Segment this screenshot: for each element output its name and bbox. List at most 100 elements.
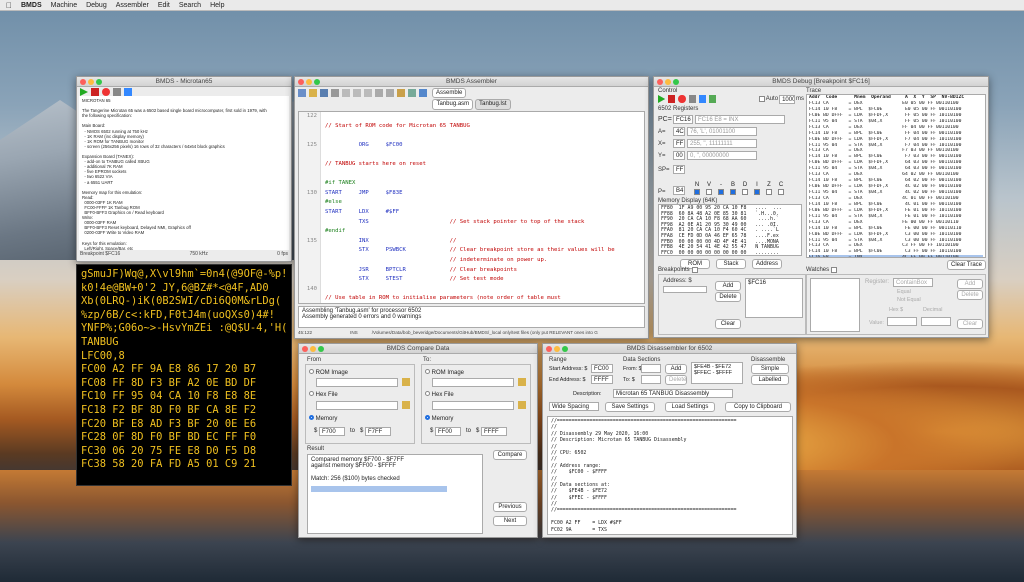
- to-memory-radio[interactable]: [425, 415, 430, 420]
- close-icon[interactable]: [546, 346, 552, 352]
- from-hex-input[interactable]: [316, 401, 398, 410]
- description-input[interactable]: Microtan 65 TANBUG Disassembly: [613, 389, 733, 398]
- from-rom-radio[interactable]: [309, 369, 314, 374]
- save-icon[interactable]: [320, 88, 328, 97]
- list-item[interactable]: $FFEC - $FFFF: [694, 370, 740, 376]
- a-input[interactable]: 4C: [673, 127, 685, 136]
- breakpoints-checkbox[interactable]: [691, 267, 698, 273]
- code-line[interactable]: // Use table in ROM to initialise parame…: [299, 294, 644, 303]
- title-bar[interactable]: BMDS - Microtan65: [77, 77, 291, 87]
- code-line[interactable]: JSR BPTCLR // Clear breakpoints: [299, 265, 644, 276]
- assemble-icon[interactable]: [419, 88, 427, 97]
- from-start-input[interactable]: F700: [319, 427, 345, 436]
- close-icon[interactable]: [80, 79, 86, 85]
- code-line[interactable]: [299, 150, 644, 160]
- watch-clear-button[interactable]: Clear: [957, 319, 983, 329]
- list-item[interactable]: $FC16: [748, 280, 800, 286]
- folder-icon[interactable]: [518, 378, 526, 386]
- data-add-button[interactable]: Add: [665, 364, 687, 374]
- flag-checkbox[interactable]: [766, 189, 772, 195]
- from-end-input[interactable]: F7FF: [365, 427, 391, 436]
- trace-row[interactable]: FC14 10 F8 = BPL $FC0E FF 04 00 FF 00110…: [809, 131, 983, 137]
- redo-icon[interactable]: [386, 88, 394, 97]
- emulator-screen[interactable]: gSmuJF)Wq@,X\vl9hm`=0n4(@9OF@-%p! k0!4e@B…: [76, 264, 292, 486]
- menu-assembler[interactable]: Assembler: [116, 2, 149, 9]
- trace-row[interactable]: FC0E BD DFFF = LDA $FFDF,X FF 05 00 FF 1…: [809, 113, 983, 119]
- code-line[interactable]: 125 ORG $FC00: [299, 140, 644, 151]
- start-address-input[interactable]: FC00: [591, 364, 613, 373]
- trace-row[interactable]: FC13 CA = DEX FE 00 00 FF 00110110: [809, 220, 983, 226]
- code-line[interactable]: // Start of ROM code for Microtan 65 TAN…: [299, 121, 644, 132]
- code-line[interactable]: 140: [299, 284, 644, 295]
- to-hex-input[interactable]: [432, 401, 514, 410]
- run-icon[interactable]: [658, 95, 666, 103]
- bp-delete-button[interactable]: Delete: [715, 292, 741, 302]
- menu-debug[interactable]: Debug: [86, 2, 107, 9]
- tab-tanbug-asm[interactable]: Tanbug.asm: [432, 99, 474, 110]
- code-line[interactable]: TXS // Set stack pointer to top of the s…: [299, 217, 644, 228]
- flag-checkbox[interactable]: [730, 189, 736, 195]
- watch-list[interactable]: [810, 278, 860, 332]
- trace-row[interactable]: FC11 95 04 = STA $04,X FE 01 00 FF 10110…: [809, 214, 983, 220]
- copy-icon[interactable]: [353, 88, 361, 97]
- y-input[interactable]: 00: [673, 151, 685, 160]
- flag-checkbox[interactable]: [754, 189, 760, 195]
- selected-row[interactable]: [311, 486, 447, 492]
- reset-icon[interactable]: [102, 88, 110, 96]
- assemble-button[interactable]: Assemble: [432, 87, 467, 98]
- flag-checkbox[interactable]: [706, 189, 712, 195]
- code-editor[interactable]: 122 // Start of ROM code for Microtan 65 …: [298, 111, 645, 304]
- code-line[interactable]: 122: [299, 112, 644, 122]
- menu-app-name[interactable]: BMDS: [21, 2, 42, 9]
- zoom-icon[interactable]: [562, 346, 568, 352]
- trace-row[interactable]: FC14 10 F8 = BPL $FC0E E0 05 00 FF 00110…: [809, 107, 983, 113]
- code-line[interactable]: [299, 131, 644, 141]
- menu-search[interactable]: Search: [179, 2, 201, 9]
- open-file-icon[interactable]: [309, 88, 317, 97]
- close-icon[interactable]: [298, 79, 304, 85]
- step-over-icon[interactable]: [698, 95, 706, 103]
- code-line[interactable]: [299, 169, 644, 180]
- data-from-input[interactable]: [641, 364, 661, 373]
- step-icon[interactable]: [113, 88, 121, 96]
- minimize-icon[interactable]: [306, 79, 312, 85]
- copy-clipboard-button[interactable]: Copy to Clipboard: [725, 402, 791, 412]
- run-icon[interactable]: [80, 88, 88, 96]
- sp-input[interactable]: FF: [673, 165, 685, 174]
- stop-icon[interactable]: [668, 95, 676, 103]
- paste-icon[interactable]: [364, 88, 372, 97]
- find-icon[interactable]: [397, 88, 405, 97]
- to-end-input[interactable]: FFFF: [481, 427, 507, 436]
- spacing-select[interactable]: Wide Spacing: [549, 402, 599, 411]
- title-bar[interactable]: BMDS Debug [Breakpoint $FC16]: [654, 77, 988, 87]
- flag-checkbox[interactable]: [718, 189, 724, 195]
- trace-row[interactable]: FC0E BD DFFF = LDA $FFDF,X FE 01 00 FF 1…: [809, 208, 983, 214]
- memory-display[interactable]: FF80 1F A9 00 95 20 CA 10 F8 .... ... FF8…: [658, 204, 802, 256]
- code-line[interactable]: #else: [299, 198, 644, 208]
- code-line[interactable]: STX STEST // Set test mode: [299, 275, 644, 285]
- flag-checkbox[interactable]: [694, 189, 700, 195]
- minimize-icon[interactable]: [554, 346, 560, 352]
- not-equal-radio[interactable]: Not Equal: [897, 297, 921, 303]
- undo-icon[interactable]: [375, 88, 383, 97]
- breakpoint-list[interactable]: $FC16: [745, 278, 803, 318]
- bp-address-input[interactable]: [663, 286, 707, 293]
- to-rom-input[interactable]: [432, 378, 514, 387]
- close-icon[interactable]: [657, 79, 663, 85]
- code-line[interactable]: // indeterminate on power up.: [299, 255, 644, 266]
- code-line[interactable]: START LDX #$FF: [299, 207, 644, 218]
- auto-checkbox[interactable]: [759, 96, 765, 102]
- data-to-input[interactable]: [641, 375, 661, 384]
- watch-delete-button[interactable]: Delete: [957, 290, 983, 300]
- trace-row[interactable]: FC11 95 04 = STA $04,X FF 05 00 FF 10110…: [809, 119, 983, 125]
- hex-value-input[interactable]: [887, 317, 917, 326]
- bp-add-button[interactable]: Add: [715, 281, 741, 291]
- from-rom-input[interactable]: [316, 378, 398, 387]
- flag-checkbox[interactable]: [778, 189, 784, 195]
- minimize-icon[interactable]: [88, 79, 94, 85]
- format-icon[interactable]: [408, 88, 416, 97]
- auto-interval-input[interactable]: 1000: [779, 94, 795, 104]
- register-select[interactable]: ContainBox: [893, 278, 933, 287]
- title-bar[interactable]: BMDS Compare Data: [299, 344, 537, 354]
- pc-input[interactable]: FC16: [673, 115, 693, 124]
